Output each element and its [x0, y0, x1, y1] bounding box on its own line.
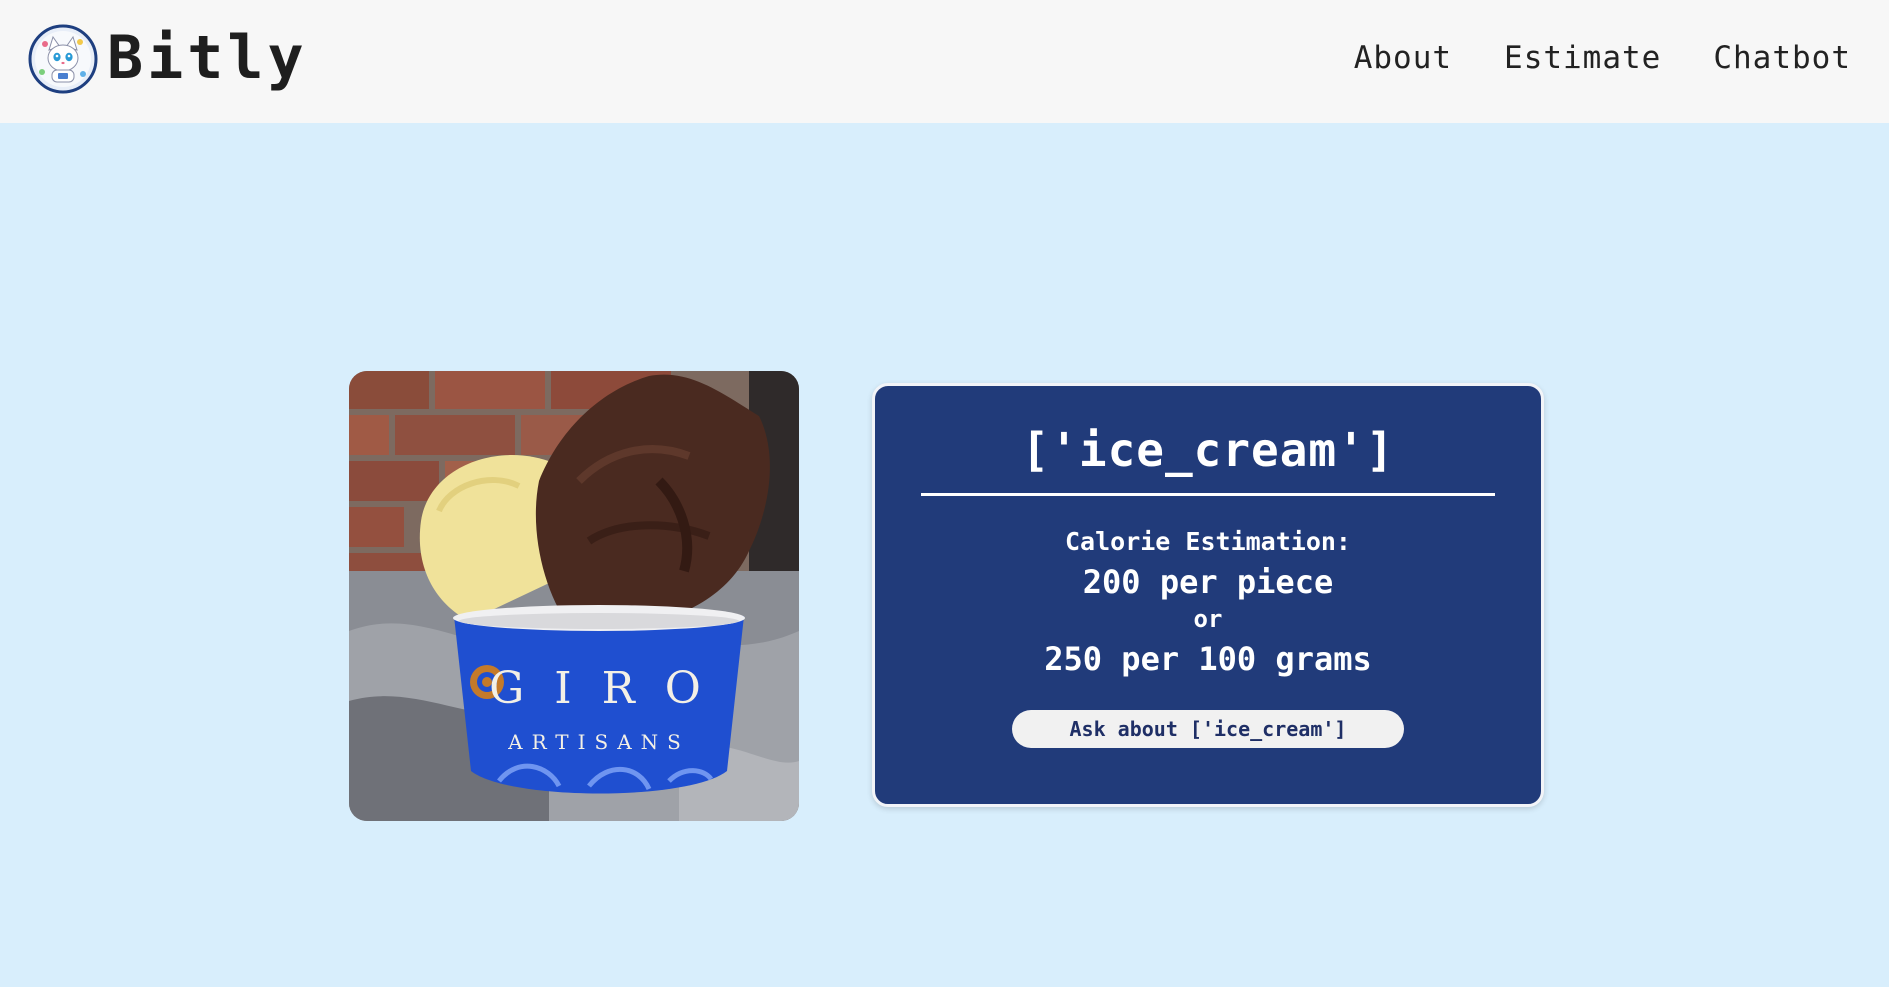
- cup-subtitle-text: ARTISANS: [507, 730, 690, 754]
- or-separator: or: [1193, 605, 1223, 633]
- title-divider: [921, 493, 1495, 496]
- calories-per-100g: 250 per 100 grams: [1044, 640, 1372, 678]
- result-card: ['ice_cream'] Calorie Estimation: 200 pe…: [872, 383, 1544, 807]
- brand-name[interactable]: Bitly: [107, 22, 308, 94]
- food-photo: G I R O ARTISANS: [349, 371, 799, 821]
- calories-per-piece: 200 per piece: [1082, 563, 1334, 601]
- nav-chatbot-link[interactable]: Chatbot: [1713, 38, 1851, 78]
- main-nav: About Estimate Chatbot: [1354, 38, 1851, 78]
- cat-logo-icon[interactable]: [28, 24, 98, 94]
- site-header: Bitly About Estimate Chatbot: [0, 0, 1889, 123]
- food-label-title: ['ice_cream']: [1021, 423, 1395, 477]
- ask-about-button[interactable]: Ask about ['ice_cream']: [1012, 710, 1404, 748]
- nav-about-link[interactable]: About: [1354, 38, 1452, 78]
- cup-brand-text: G I R O: [489, 663, 709, 714]
- nav-estimate-link[interactable]: Estimate: [1504, 38, 1661, 78]
- calorie-estimation-label: Calorie Estimation:: [1065, 527, 1351, 556]
